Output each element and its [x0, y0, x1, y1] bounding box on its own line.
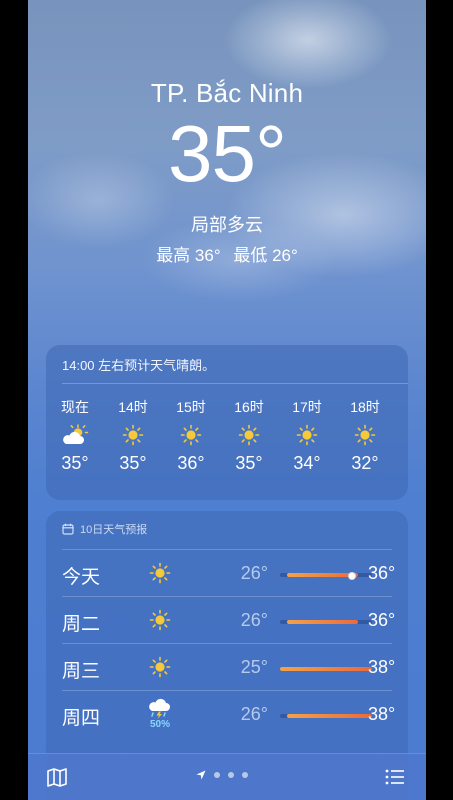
sun-icon: [162, 417, 220, 453]
divider: [62, 596, 392, 597]
current-temperature: 35°: [168, 109, 287, 198]
hour-label: 16时: [234, 399, 264, 415]
divider: [62, 643, 392, 644]
sun-icon: [142, 649, 178, 685]
high-temp: 36°: [368, 610, 396, 630]
precip-chance: 50%: [149, 719, 170, 730]
hour-label: 18时: [350, 399, 380, 415]
sun-icon: [336, 417, 394, 453]
divider: [62, 549, 392, 550]
daily-row[interactable]: 周四 50% 26° 38°: [46, 690, 408, 736]
temp-range-fill: [280, 667, 372, 671]
bottom-bar: [28, 753, 426, 800]
hourly-summary: 14:00 左右预计天气晴朗。: [62, 358, 216, 373]
daily-row[interactable]: 周二 26° 36°: [46, 596, 408, 642]
daily-row[interactable]: 周三 25° 38°: [46, 643, 408, 689]
hourly-list[interactable]: 现在 35° 14时 35° 15时 36° 16时 35° 17时 34° 18时 32°: [46, 397, 408, 492]
hour-temp: 35°: [119, 453, 147, 473]
day-label: 周三: [62, 661, 101, 682]
hour-temp: 36°: [177, 453, 205, 473]
partly-cloudy-icon: [46, 417, 104, 453]
high-temp: 38°: [368, 657, 396, 677]
hour-temp: 35°: [61, 453, 89, 473]
hourly-forecast-card[interactable]: 14:00 左右预计天气晴朗。 现在 35° 14时 35° 15时 36° 16时 35° 1…: [46, 345, 408, 500]
location-arrow-icon: [196, 770, 206, 780]
low-temp: 25°: [240, 657, 268, 677]
hour-label: 14时: [118, 399, 148, 415]
high-low: 最高 36° 最低 26°: [28, 241, 426, 266]
current-temp-marker: [347, 572, 356, 580]
hour-label: 15时: [176, 399, 206, 415]
hourly-item: 18时 32°: [336, 397, 394, 474]
temp-range-bar: [280, 667, 372, 671]
thunderstorm-rain-icon: 50%: [142, 696, 178, 732]
sun-icon: [220, 417, 278, 453]
hourly-item: 15时 36°: [162, 397, 220, 474]
day-label: 周二: [62, 614, 101, 635]
ten-day-header: 10日天气预报: [62, 521, 147, 537]
day-label: 今天: [62, 567, 101, 588]
hour-label: 现在: [61, 399, 89, 415]
map-icon[interactable]: [46, 766, 68, 788]
page-dot[interactable]: [214, 772, 220, 778]
hourly-item: 现在 35°: [46, 397, 104, 474]
temp-range-bar: [280, 620, 372, 624]
divider: [62, 383, 408, 384]
calendar-icon: [62, 523, 74, 535]
weather-screen: TP. Bắc Ninh 35° 局部多云 最高 36° 最低 26° 14:0…: [28, 0, 426, 800]
high-temp: 36°: [368, 563, 396, 583]
hour-temp: 32°: [351, 453, 379, 473]
temp-range-fill: [287, 620, 358, 624]
sun-icon: [142, 555, 178, 591]
sun-icon: [278, 417, 336, 453]
temp-range-fill: [287, 714, 372, 718]
daily-row[interactable]: 今天 26° 36°: [46, 549, 408, 595]
divider: [62, 690, 392, 691]
hourly-item: 14时 35°: [104, 397, 162, 474]
temp-range-bar: [280, 714, 372, 718]
low-temp: 26°: [240, 610, 268, 630]
page-dot[interactable]: [228, 772, 234, 778]
ten-day-title: 10日天气预报: [80, 524, 148, 536]
hourly-item: 16时 35°: [220, 397, 278, 474]
temp-range-bar: [280, 572, 372, 580]
hour-label: 17时: [292, 399, 322, 415]
high-temp: 最高 36°: [156, 246, 221, 265]
hour-temp: 34°: [293, 453, 321, 473]
high-temp: 38°: [368, 704, 396, 724]
hour-temp: 35°: [235, 453, 263, 473]
sun-icon: [104, 417, 162, 453]
low-temp: 26°: [240, 563, 268, 583]
current-condition: 局部多云: [191, 215, 263, 235]
page-dot[interactable]: [242, 772, 248, 778]
page-indicator[interactable]: [196, 770, 248, 780]
low-temp: 26°: [240, 704, 268, 724]
low-temp: 最低 26°: [233, 246, 298, 265]
hourly-item: 17时 34°: [278, 397, 336, 474]
day-label: 周四: [62, 708, 101, 729]
location-name: TP. Bắc Ninh: [150, 78, 304, 108]
sun-icon: [142, 602, 178, 638]
list-icon[interactable]: [384, 766, 406, 788]
